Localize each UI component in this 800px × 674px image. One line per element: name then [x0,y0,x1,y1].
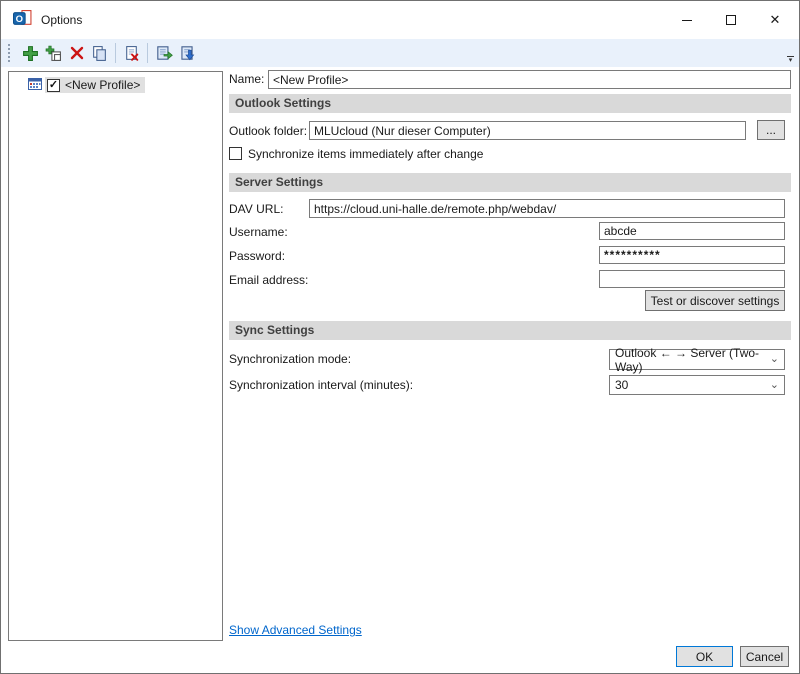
options-dialog: O Options ✕ ▾ ✓ <New Profile> Name: <New… [0,0,800,674]
export-profiles-button[interactable] [152,42,175,64]
app-outlook-sync-icon: O [13,10,32,30]
password-input[interactable] [599,246,785,264]
svg-text:O: O [16,14,23,25]
sync-immediately-checkbox[interactable] [229,147,242,160]
test-or-discover-settings-button[interactable]: Test or discover settings [645,290,785,311]
profile-name-label: <New Profile> [65,78,141,92]
dav-url-label: DAV URL: [229,202,284,216]
add-profile-button[interactable] [19,42,42,64]
dav-url-input[interactable] [309,199,785,218]
password-label: Password: [229,249,286,263]
chevron-down-icon: ⌄ [769,353,779,365]
toolbar-overflow-button[interactable]: ▾ [787,56,794,64]
outlook-folder-input[interactable] [309,121,746,140]
window-title: Options [41,13,83,27]
outlook-folder-label: Outlook folder: [229,124,308,138]
name-label: Name: [229,72,265,86]
close-icon: ✕ [769,12,781,27]
export-profiles-icon [156,46,173,60]
sync-settings-header: Sync Settings [229,321,791,340]
delete-profile-icon [70,46,83,60]
delete-profile-button[interactable] [65,42,88,64]
maximize-button[interactable] [709,1,753,39]
sync-immediately-label: Synchronize items immediately after chan… [248,147,484,161]
outlook-settings-header: Outlook Settings [229,94,791,113]
close-button[interactable]: ✕ [753,1,797,39]
synchronization-mode-label: Synchronization mode: [229,352,352,366]
server-settings-header: Server Settings [229,173,791,192]
synchronization-interval-dropdown[interactable]: 30 ⌄ [609,375,785,395]
toolbar: ▾ [1,39,799,67]
profile-tree-item[interactable]: ✓ <New Profile> [27,76,222,94]
email-address-label: Email address: [229,273,309,287]
cancel-button[interactable]: Cancel [740,646,789,667]
synchronization-interval-label: Synchronization interval (minutes): [229,378,414,392]
clear-cache-button[interactable] [120,42,143,64]
checkmark-icon: ✓ [48,78,59,91]
profile-enabled-checkbox[interactable]: ✓ [47,78,60,92]
username-label: Username: [229,225,288,239]
import-profiles-button[interactable] [175,42,198,64]
toolbar-separator [147,43,148,63]
toolbar-overflow-arrow-icon: ▾ [788,57,793,64]
toolbar-grip-handle[interactable] [8,44,12,62]
calendar-profile-icon [27,76,43,95]
add-multiple-profiles-button[interactable] [42,42,65,64]
add-profile-icon [23,45,38,61]
copy-profile-button[interactable] [88,42,111,64]
ok-button[interactable]: OK [676,646,733,667]
copy-profile-icon [93,45,106,61]
profiles-tree-panel: ✓ <New Profile> [8,71,223,641]
import-profiles-icon [180,46,194,61]
name-input[interactable] [268,70,791,89]
minimize-button[interactable] [665,1,709,39]
username-input[interactable] [599,222,785,240]
chevron-down-icon: ⌄ [769,378,779,391]
maximize-icon [726,15,736,25]
show-advanced-settings-link[interactable]: Show Advanced Settings [229,623,362,637]
clear-cache-icon [126,45,139,61]
minimize-icon [682,19,692,21]
browse-folder-button[interactable]: ... [757,120,785,140]
titlebar: O Options ✕ [1,1,799,39]
toolbar-separator [115,43,116,63]
add-multiple-profiles-icon [45,45,61,61]
synchronization-mode-value: Outlook ← → Server (Two-Way) [615,345,760,374]
email-address-input[interactable] [599,270,785,288]
synchronization-mode-dropdown[interactable]: Outlook ← → Server (Two-Way) ⌄ [609,346,785,374]
window-controls: ✕ [665,1,797,39]
profile-selection: ✓ <New Profile> [45,77,146,93]
synchronization-interval-value: 30 [615,378,629,392]
